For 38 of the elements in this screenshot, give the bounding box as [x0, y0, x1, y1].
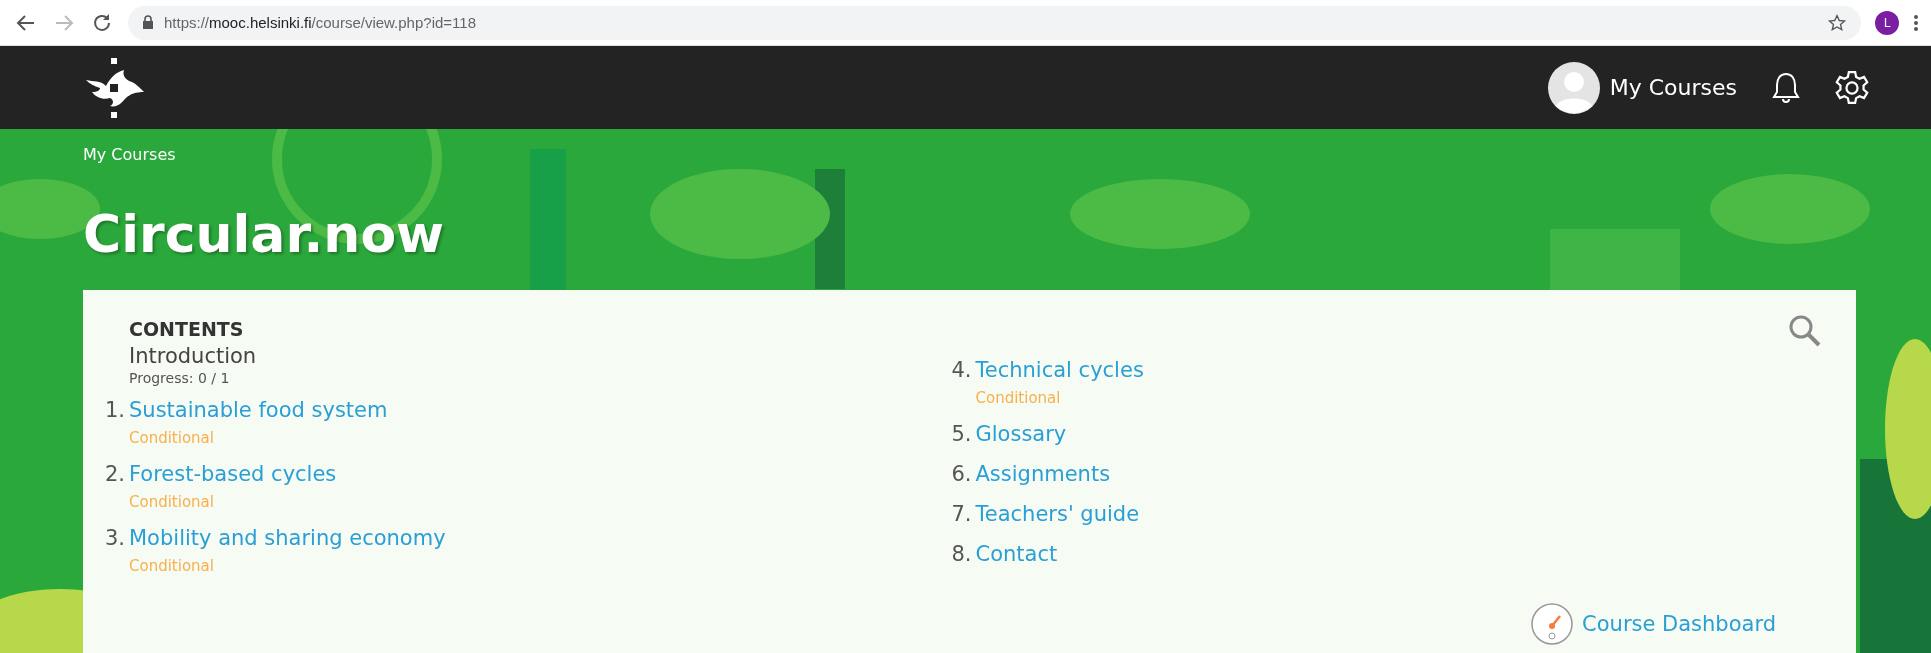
- lock-icon: [142, 15, 154, 30]
- profile-avatar[interactable]: L: [1875, 10, 1899, 35]
- progress-text: Progress: 0 / 1: [129, 370, 230, 386]
- section-link[interactable]: Technical cycles: [975, 354, 1144, 386]
- section-number: 1.: [103, 397, 126, 424]
- menu-icon[interactable]: [1913, 12, 1919, 33]
- user-menu-label[interactable]: My Courses: [1609, 75, 1737, 100]
- user-avatar[interactable]: [1547, 61, 1600, 114]
- url-text: https://mooc.helsinki.fi/course/view.php?id=118: [164, 14, 476, 31]
- gauge-icon: [1530, 602, 1575, 646]
- course-title: Circular.now: [83, 204, 445, 264]
- section-status: Conditional: [975, 388, 1061, 409]
- section-number: 5.: [950, 421, 973, 448]
- section-link[interactable]: Mobility and sharing economy: [129, 522, 446, 554]
- dashboard-link[interactable]: Course Dashboard: [1530, 602, 1776, 646]
- intro-title: Introduction: [129, 344, 257, 368]
- section-status: Conditional: [129, 492, 214, 513]
- bell-icon[interactable]: [1771, 70, 1801, 105]
- search-icon[interactable]: [1788, 314, 1822, 348]
- section-number: 4.: [950, 357, 973, 384]
- contents-heading: CONTENTS: [129, 318, 244, 340]
- breadcrumb-link[interactable]: My Courses: [83, 145, 176, 164]
- section-link[interactable]: Teachers' guide: [975, 498, 1140, 530]
- section-number: 2.: [103, 461, 126, 488]
- section-link[interactable]: Glossary: [975, 418, 1067, 450]
- section-link[interactable]: Sustainable food system: [129, 394, 388, 426]
- section-status: Conditional: [129, 556, 214, 577]
- section-number: 3.: [103, 525, 126, 552]
- section-link[interactable]: Forest-based cycles: [129, 458, 337, 490]
- section-number: 7.: [950, 501, 973, 528]
- address-bar[interactable]: https://mooc.helsinki.fi/course/view.php?id=118: [128, 5, 1861, 40]
- section-link[interactable]: Assignments: [975, 458, 1111, 490]
- section-link[interactable]: Contact: [975, 538, 1058, 570]
- section-number: 8.: [950, 541, 973, 568]
- section-status: Conditional: [129, 428, 214, 449]
- star-icon[interactable]: [1827, 12, 1847, 33]
- section-number: 6.: [950, 461, 973, 488]
- settings-icon[interactable]: [1833, 68, 1871, 107]
